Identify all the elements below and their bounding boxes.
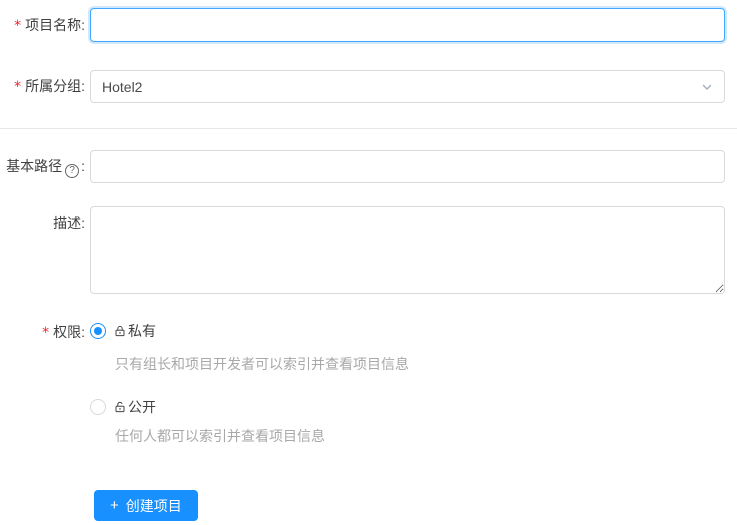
help-icon: ? — [65, 164, 80, 178]
unlock-icon — [114, 401, 126, 413]
radio-private-label: 私有 — [114, 323, 156, 339]
group-select-value: Hotel2 — [102, 78, 143, 95]
base-path-label-text: 基本路径 — [6, 158, 63, 174]
create-project-button[interactable]: + 创建项目 — [94, 490, 198, 521]
plus-icon: + — [110, 497, 119, 514]
permission-row: * 权限: 私有 只有组长和项目开发者可以索引并查看项目信息 公开 任何人都可以… — [0, 323, 737, 444]
lock-icon — [114, 325, 126, 337]
radio-public-circle[interactable] — [90, 399, 106, 415]
radio-private-description: 只有组长和项目开发者可以索引并查看项目信息 — [115, 356, 409, 372]
permission-label: * 权限: — [0, 323, 85, 341]
create-project-form: * 项目名称: * 所属分组: Hotel2 基本路径?: 描述: * 权限: … — [0, 0, 737, 521]
create-project-button-label: 创建项目 — [125, 497, 182, 514]
project-name-label: * 项目名称: — [0, 8, 85, 43]
base-path-colon: : — [81, 158, 85, 174]
base-path-label: 基本路径?: — [0, 150, 85, 183]
submit-row: + 创建项目 — [0, 490, 737, 521]
required-asterisk: * — [14, 79, 22, 95]
group-row: * 所属分组: Hotel2 — [0, 70, 737, 104]
project-name-input[interactable] — [90, 8, 725, 42]
group-label: * 所属分组: — [0, 70, 85, 104]
radio-private-circle[interactable] — [90, 323, 106, 339]
required-asterisk: * — [42, 325, 50, 341]
base-path-input[interactable] — [90, 150, 725, 183]
group-select[interactable]: Hotel2 — [90, 70, 725, 103]
project-name-label-text: 项目名称: — [25, 17, 85, 33]
description-row: 描述: — [0, 206, 737, 294]
required-asterisk: * — [14, 18, 22, 34]
radio-private[interactable]: 私有 — [90, 323, 725, 339]
description-label: 描述: — [0, 206, 85, 233]
radio-private-text: 私有 — [128, 323, 156, 339]
base-path-row: 基本路径?: — [0, 150, 737, 183]
project-name-row: * 项目名称: — [0, 8, 737, 43]
section-divider — [0, 128, 737, 129]
radio-public-text: 公开 — [128, 399, 156, 415]
description-textarea[interactable] — [90, 206, 725, 294]
radio-public[interactable]: 公开 — [90, 399, 725, 415]
radio-public-label: 公开 — [114, 399, 156, 415]
radio-public-description: 任何人都可以索引并查看项目信息 — [115, 428, 325, 444]
permission-label-text: 权限: — [53, 324, 85, 340]
group-label-text: 所属分组: — [25, 78, 85, 94]
chevron-down-icon — [701, 81, 713, 93]
description-label-text: 描述: — [53, 215, 85, 231]
